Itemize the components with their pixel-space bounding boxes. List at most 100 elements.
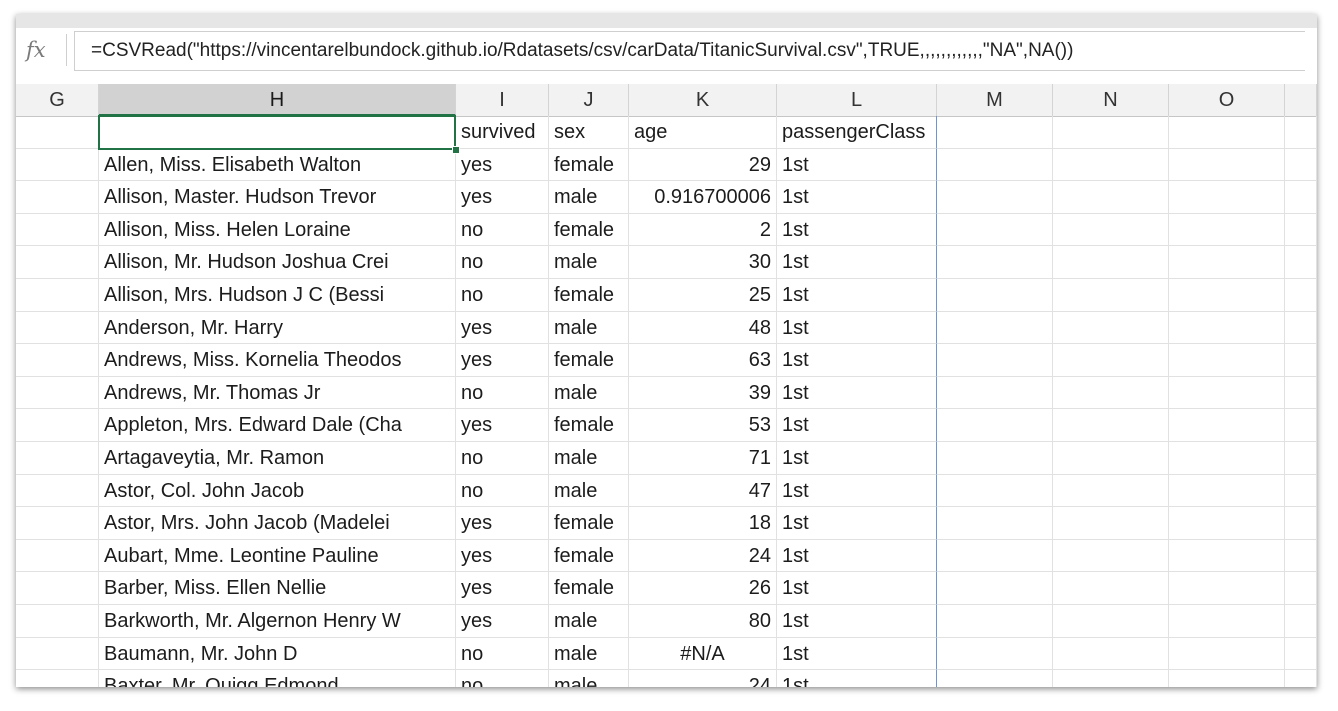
data-cell[interactable]: 71 (629, 441, 777, 475)
data-cell[interactable]: Anderson, Mr. Harry (99, 311, 456, 345)
data-cell[interactable]: female (549, 539, 629, 573)
data-cell[interactable]: 24 (629, 670, 777, 687)
empty-cell[interactable] (1169, 148, 1285, 182)
empty-cell[interactable] (1169, 344, 1285, 377)
data-cell[interactable]: 63 (629, 344, 777, 377)
empty-cell[interactable] (1053, 637, 1169, 671)
data-cell[interactable]: 29 (629, 148, 777, 182)
empty-cell[interactable] (937, 670, 1053, 687)
empty-cell[interactable] (937, 311, 1053, 345)
data-cell[interactable]: 1st (777, 181, 937, 214)
data-cell[interactable]: 48 (629, 311, 777, 345)
data-cell[interactable]: Astor, Mrs. John Jacob (Madelei (99, 507, 456, 540)
empty-cell[interactable] (16, 604, 99, 638)
empty-cell[interactable] (16, 507, 99, 540)
empty-cell[interactable] (1285, 213, 1317, 247)
data-cell[interactable]: female (549, 507, 629, 540)
empty-cell[interactable] (937, 539, 1053, 573)
empty-cell[interactable] (1169, 181, 1285, 214)
data-cell[interactable]: 2 (629, 213, 777, 247)
data-cell[interactable]: Baxter, Mr. Quigg Edmond (99, 670, 456, 687)
data-cell[interactable]: Allison, Miss. Helen Loraine (99, 213, 456, 247)
data-cell[interactable]: Baumann, Mr. John D (99, 637, 456, 671)
empty-cell[interactable] (1169, 376, 1285, 410)
empty-cell[interactable] (1169, 246, 1285, 279)
empty-cell[interactable] (1053, 604, 1169, 638)
data-cell[interactable]: 1st (777, 572, 937, 605)
column-header-o[interactable]: O (1169, 84, 1285, 116)
data-cell[interactable]: 1st (777, 604, 937, 638)
empty-cell[interactable] (1053, 507, 1169, 540)
empty-cell[interactable] (16, 572, 99, 605)
empty-cell[interactable] (1285, 376, 1317, 410)
formula-input[interactable]: =CSVRead("https://vincentarelbundock.git… (74, 31, 1305, 71)
empty-cell[interactable] (16, 246, 99, 279)
empty-cell[interactable] (937, 409, 1053, 442)
data-cell[interactable]: male (549, 474, 629, 508)
data-cell[interactable]: 1st (777, 670, 937, 687)
empty-cell[interactable] (1053, 148, 1169, 182)
data-cell[interactable]: female (549, 213, 629, 247)
empty-cell[interactable] (937, 246, 1053, 279)
data-cell[interactable]: male (549, 441, 629, 475)
empty-cell[interactable] (1285, 278, 1317, 312)
empty-cell[interactable] (937, 116, 1053, 149)
column-header-extra[interactable] (1285, 84, 1317, 116)
data-cell[interactable]: yes (456, 409, 549, 442)
empty-cell[interactable] (1285, 670, 1317, 687)
empty-cell[interactable] (1169, 572, 1285, 605)
empty-cell[interactable] (1285, 637, 1317, 671)
data-cell[interactable]: 1st (777, 148, 937, 182)
data-cell[interactable]: female (549, 344, 629, 377)
data-cell[interactable]: 1st (777, 539, 937, 573)
empty-cell[interactable] (16, 441, 99, 475)
data-cell[interactable]: yes (456, 507, 549, 540)
data-cell[interactable]: female (549, 409, 629, 442)
data-cell[interactable]: no (456, 376, 549, 410)
empty-cell[interactable] (16, 637, 99, 671)
empty-cell[interactable] (16, 344, 99, 377)
data-cell[interactable]: yes (456, 539, 549, 573)
column-header-k[interactable]: K (629, 84, 777, 116)
data-cell[interactable]: male (549, 376, 629, 410)
data-cell[interactable]: 47 (629, 474, 777, 508)
empty-cell[interactable] (1285, 409, 1317, 442)
data-cell[interactable]: 1st (777, 213, 937, 247)
empty-cell[interactable] (1285, 441, 1317, 475)
empty-cell[interactable] (1285, 572, 1317, 605)
data-cell[interactable]: no (456, 637, 549, 671)
fx-icon[interactable]: fx (26, 38, 46, 62)
data-cell[interactable]: 25 (629, 278, 777, 312)
data-cell[interactable]: Appleton, Mrs. Edward Dale (Cha (99, 409, 456, 442)
empty-cell[interactable] (1053, 311, 1169, 345)
data-cell[interactable]: female (549, 148, 629, 182)
data-cell[interactable]: male (549, 670, 629, 687)
data-cell[interactable]: Aubart, Mme. Leontine Pauline (99, 539, 456, 573)
data-cell[interactable]: no (456, 278, 549, 312)
column-header-m[interactable]: M (937, 84, 1053, 116)
header-cell[interactable]: survived (456, 116, 549, 149)
data-cell[interactable]: Allison, Master. Hudson Trevor (99, 181, 456, 214)
data-cell[interactable]: Allen, Miss. Elisabeth Walton (99, 148, 456, 182)
empty-cell[interactable] (1285, 507, 1317, 540)
data-cell[interactable]: no (456, 246, 549, 279)
data-cell[interactable]: yes (456, 604, 549, 638)
empty-cell[interactable] (1053, 278, 1169, 312)
empty-cell[interactable] (16, 311, 99, 345)
empty-cell[interactable] (1169, 409, 1285, 442)
data-cell[interactable]: Allison, Mrs. Hudson J C (Bessi (99, 278, 456, 312)
empty-cell[interactable] (16, 181, 99, 214)
empty-cell[interactable] (1053, 670, 1169, 687)
data-cell[interactable]: Barber, Miss. Ellen Nellie (99, 572, 456, 605)
empty-cell[interactable] (1169, 474, 1285, 508)
data-cell[interactable]: yes (456, 344, 549, 377)
column-header-n[interactable]: N (1053, 84, 1169, 116)
empty-cell[interactable] (16, 409, 99, 442)
data-cell[interactable]: 26 (629, 572, 777, 605)
data-cell[interactable]: 18 (629, 507, 777, 540)
data-cell[interactable]: 1st (777, 474, 937, 508)
empty-cell[interactable] (937, 213, 1053, 247)
empty-cell[interactable] (1169, 637, 1285, 671)
data-cell[interactable]: male (549, 604, 629, 638)
data-cell[interactable]: no (456, 213, 549, 247)
